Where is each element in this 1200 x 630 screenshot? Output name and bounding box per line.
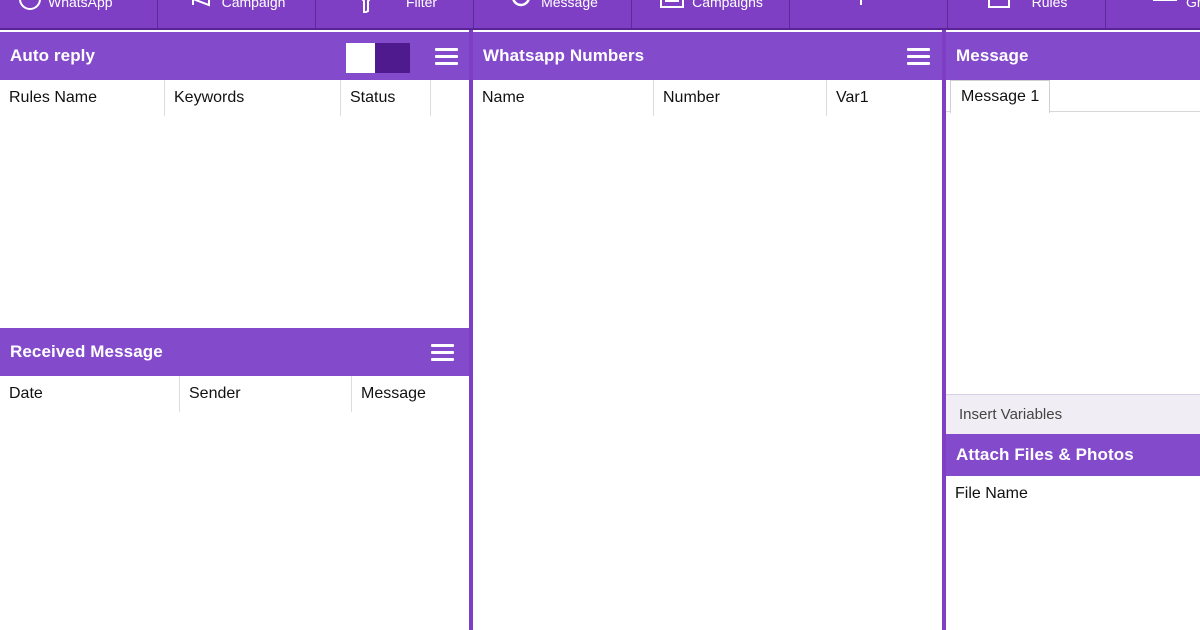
whatsapp-numbers-title: Whatsapp Numbers [483, 46, 645, 65]
hamburger-menu-icon[interactable] [431, 344, 454, 361]
message-header: Message [946, 32, 1200, 80]
attach-files-header: Attach Files & Photos [946, 434, 1200, 476]
auto-reply-grid-body[interactable] [0, 116, 470, 328]
auto-reply-panel: Auto reply Rules Name Keywords Status [0, 32, 470, 328]
attach-files-title: Attach Files & Photos [956, 445, 1134, 464]
toolbar-whatsapp-label: WhatsApp [48, 0, 113, 10]
toolbar-campaigns-button[interactable]: Campaigns [632, 0, 790, 28]
toolbar-whatsapp-button[interactable]: WhatsApp [0, 0, 158, 28]
whatsapp-numbers-grid-body[interactable] [473, 116, 942, 630]
hamburger-menu-icon[interactable] [435, 48, 458, 65]
message-panel: Message Message 1 Insert Variables Attac… [946, 32, 1200, 630]
column-name[interactable]: Name [473, 80, 654, 116]
received-message-grid-body[interactable] [0, 412, 470, 630]
hamburger-menu-icon[interactable] [907, 48, 930, 65]
toolbar-rules-label: Rules [1031, 0, 1068, 10]
toolbar-campaigns-label: Campaigns [692, 0, 763, 10]
column-keywords[interactable]: Keywords [165, 80, 341, 116]
attach-files-column-header: File Name [946, 476, 1200, 512]
whatsapp-numbers-column-header: Name Number Var1 [473, 80, 942, 116]
column-sender[interactable]: Sender [180, 376, 352, 412]
column-date[interactable]: Date [0, 376, 180, 412]
message-title: Message [956, 46, 1029, 65]
column-number[interactable]: Number [654, 80, 827, 116]
insert-variables-button[interactable]: Insert Variables [946, 394, 1200, 434]
received-message-column-header: Date Sender Message [0, 376, 470, 412]
column-status[interactable]: Status [341, 80, 431, 116]
toolbar-auto-reply-button[interactable] [790, 0, 948, 28]
toolbar-grab-label: Grab [1185, 0, 1200, 10]
toolbar-grab-button[interactable]: Grab [1106, 0, 1200, 28]
message-tabbar: Message 1 [946, 80, 1200, 113]
received-message-panel: Received Message Date Sender Message [0, 328, 470, 630]
auto-reply-toggle[interactable] [346, 43, 410, 73]
toggle-on-segment [346, 43, 375, 73]
message-icon [507, 0, 535, 13]
rules-icon [986, 0, 1014, 13]
grabber-icon [1152, 0, 1180, 13]
message-textarea[interactable] [946, 112, 1200, 394]
toggle-off-segment [375, 43, 410, 73]
column-message[interactable]: Message [352, 376, 470, 412]
column-rules-name[interactable]: Rules Name [0, 80, 165, 116]
whatsapp-numbers-panel: Whatsapp Numbers Name Number Var1 [473, 32, 942, 630]
received-message-header: Received Message [0, 328, 470, 376]
auto-reply-header: Auto reply [0, 32, 470, 80]
toolbar-filter-label: Filter [405, 0, 438, 10]
auto-reply-icon [852, 0, 880, 13]
auto-reply-column-header: Rules Name Keywords Status [0, 80, 470, 116]
top-toolbar: WhatsApp Campaign Filter Message Campaig… [0, 0, 1200, 30]
toolbar-filter-button[interactable]: Filter [316, 0, 474, 28]
attach-files-grid-body[interactable] [946, 512, 1200, 630]
column-var1[interactable]: Var1 [827, 80, 942, 116]
whatsapp-icon [14, 0, 42, 13]
tab-message-1[interactable]: Message 1 [950, 80, 1051, 113]
whatsapp-numbers-header: Whatsapp Numbers [473, 32, 942, 80]
megaphone-icon [188, 0, 216, 13]
received-message-title: Received Message [10, 342, 163, 361]
toolbar-rules-button[interactable]: Rules [948, 0, 1106, 28]
toolbar-message-button[interactable]: Message [474, 0, 632, 28]
campaigns-icon [658, 0, 686, 13]
toolbar-campaign-label: Campaign [221, 0, 286, 10]
filter-icon [352, 0, 380, 13]
column-file-name[interactable]: File Name [946, 476, 1200, 512]
toolbar-message-label: Message [541, 0, 598, 10]
toolbar-campaign-button[interactable]: Campaign [158, 0, 316, 28]
auto-reply-title: Auto reply [10, 46, 96, 65]
